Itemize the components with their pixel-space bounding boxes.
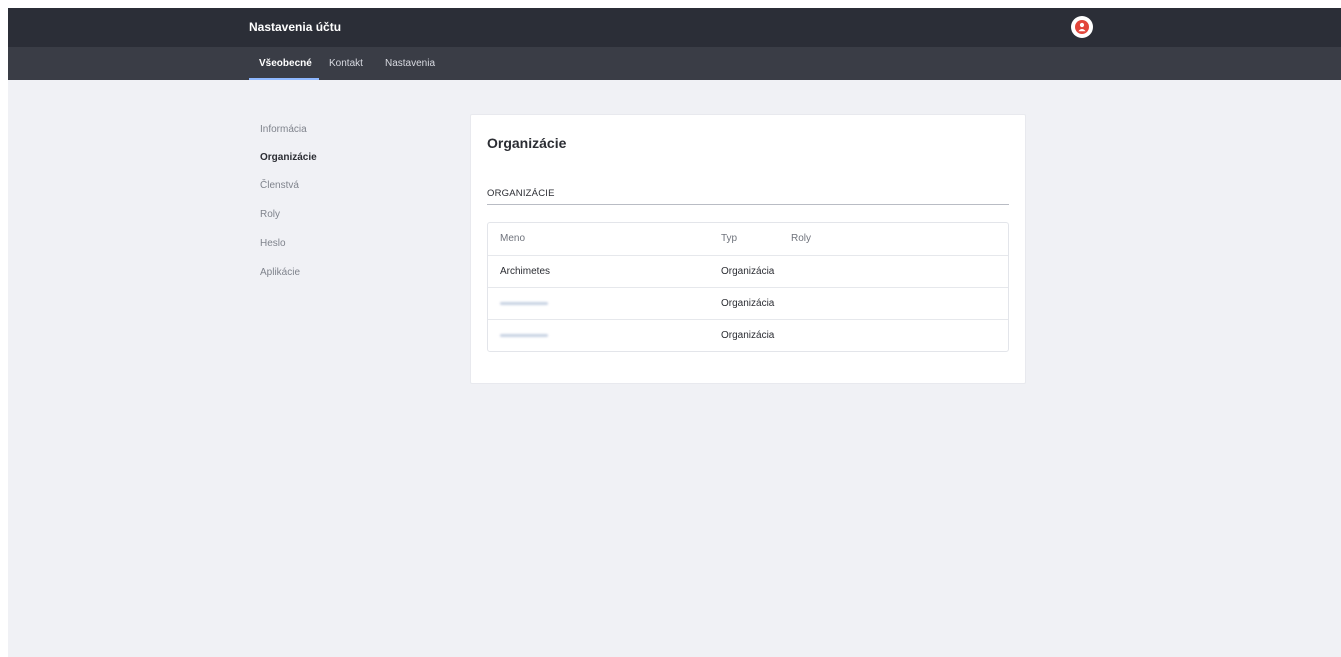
column-header-meno[interactable]: Meno <box>500 223 525 254</box>
tab-kontakt[interactable]: Kontakt <box>329 47 363 80</box>
sidebar-item-heslo[interactable]: Heslo <box>260 238 286 249</box>
column-header-roly[interactable]: Roly <box>791 223 811 254</box>
tab-vseobecne[interactable]: Všeobecné <box>259 47 312 80</box>
org-name: Archimetes <box>500 266 551 277</box>
app-window: Nastavenia účtu Všeobecné Kontakt Nastav… <box>8 8 1341 657</box>
tab-nastavenia[interactable]: Nastavenia <box>385 47 435 80</box>
active-tab-indicator <box>249 78 319 80</box>
table-header: Meno Typ Roly <box>488 223 1008 255</box>
section-label: ORGANIZÁCIE <box>487 188 555 199</box>
org-name-redacted <box>500 320 548 351</box>
tab-bar: Všeobecné Kontakt Nastavenia <box>8 47 1341 80</box>
app-title: Nastavenia účtu <box>249 20 342 34</box>
table-row[interactable]: Organizácia <box>488 287 1008 319</box>
sidebar-item-roly[interactable]: Roly <box>260 209 280 220</box>
top-bar: Nastavenia účtu <box>8 8 1341 47</box>
organizations-table: Meno Typ Roly Archimetes Organizácia Org… <box>487 222 1009 352</box>
column-header-typ[interactable]: Typ <box>721 223 737 254</box>
section-divider <box>487 204 1009 205</box>
organizations-card: Organizácie ORGANIZÁCIE Meno Typ Roly Ar… <box>470 114 1026 384</box>
org-type: Organizácia <box>721 266 775 277</box>
sidebar-item-informacia[interactable]: Informácia <box>260 124 307 135</box>
avatar[interactable] <box>1071 16 1093 38</box>
user-icon <box>1075 20 1089 34</box>
page-title: Organizácie <box>487 135 567 151</box>
org-type: Organizácia <box>721 330 775 341</box>
sidebar-item-organizacie[interactable]: Organizácie <box>260 152 317 163</box>
table-row[interactable]: Archimetes Organizácia <box>488 255 1008 287</box>
org-type: Organizácia <box>721 298 775 309</box>
sidebar-item-clenstva[interactable]: Členstvá <box>260 180 299 191</box>
org-name-redacted <box>500 288 548 319</box>
sidebar-item-aplikacie[interactable]: Aplikácie <box>260 267 300 278</box>
table-row[interactable]: Organizácia <box>488 319 1008 351</box>
